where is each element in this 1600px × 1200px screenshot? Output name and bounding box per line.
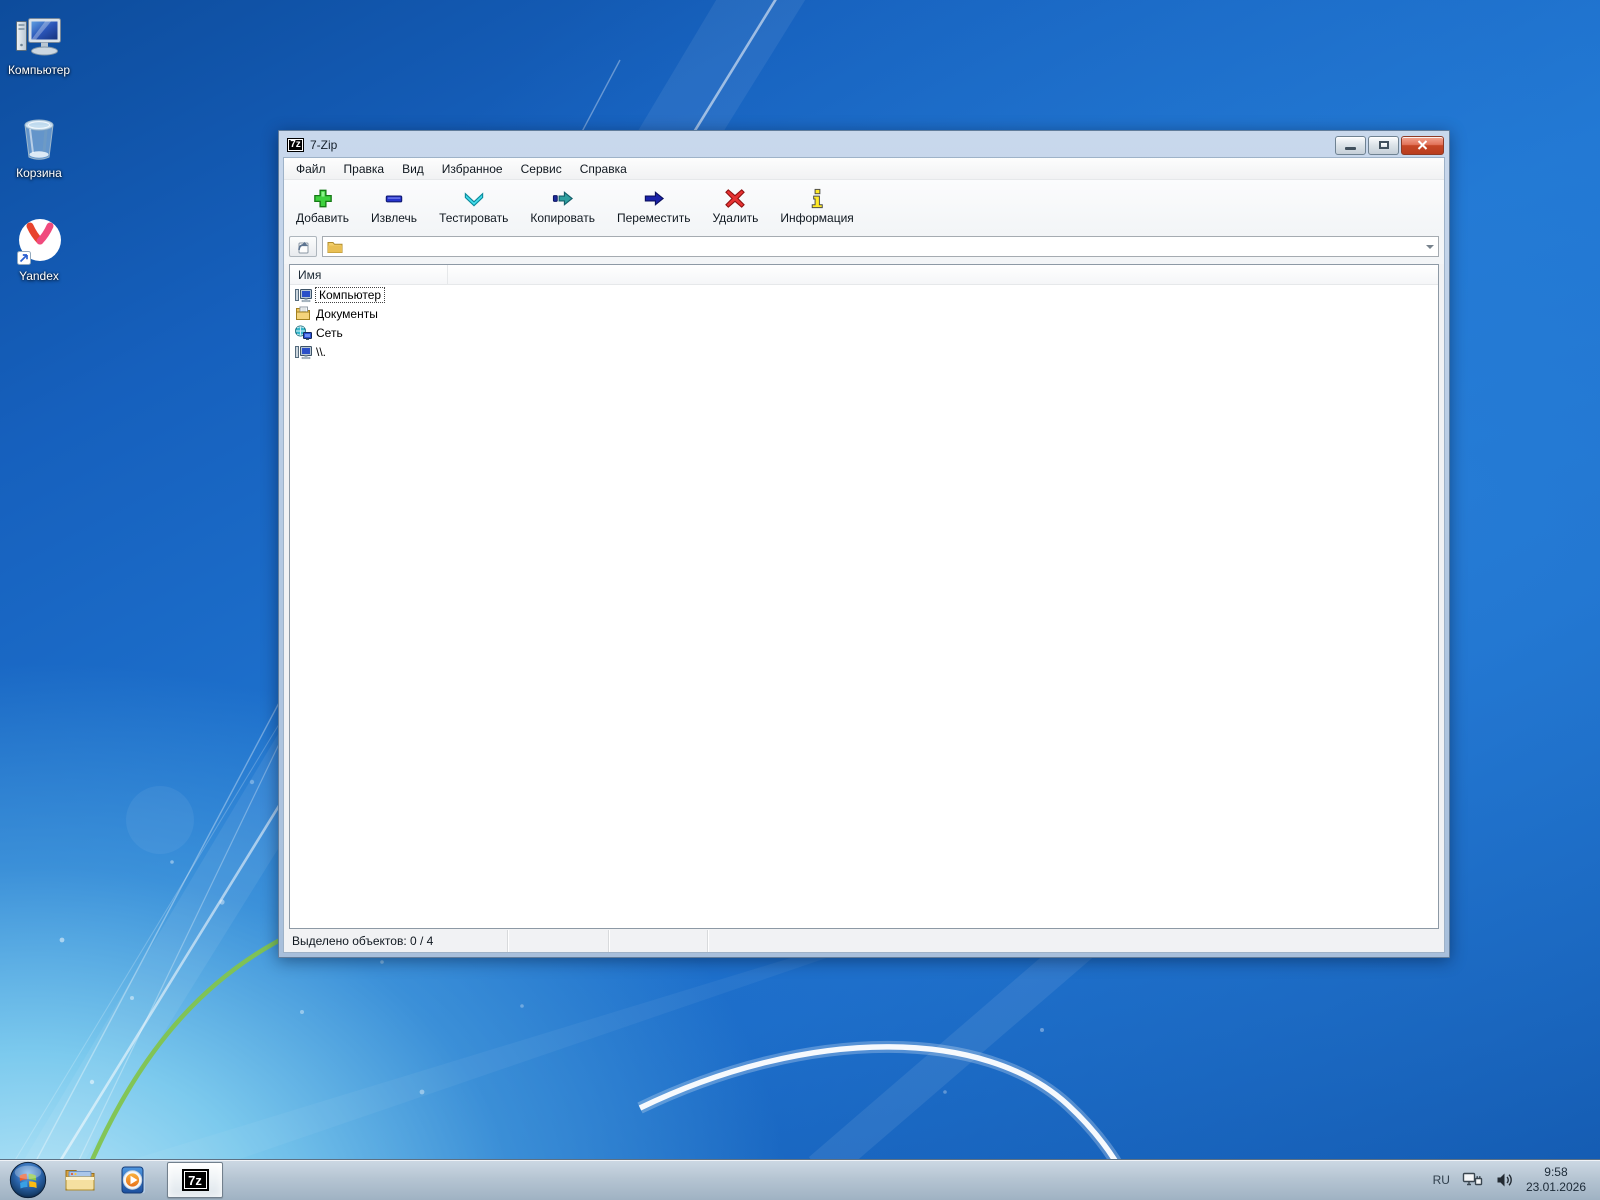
desktop-icon-label: Компьютер [7, 63, 71, 77]
extract-button[interactable]: Извлечь [360, 183, 428, 229]
desktop-icon-computer[interactable]: Компьютер [2, 8, 76, 77]
move-icon [644, 191, 664, 206]
taskbar-media-player-button[interactable] [107, 1160, 161, 1200]
status-selected-count: Выделено объектов: 0 / 4 [284, 930, 508, 952]
move-button[interactable]: Переместить [606, 183, 702, 229]
up-one-level-button[interactable] [289, 236, 317, 257]
list-item-name: \\. [316, 344, 327, 359]
computer-icon [295, 288, 312, 302]
folder-up-icon [298, 241, 309, 254]
extract-icon [385, 195, 403, 203]
system-tray: RU 9:58 23.01.2026 [1433, 1160, 1600, 1200]
shortcut-arrow-overlay [17, 251, 31, 265]
explorer-folder-icon [65, 1170, 95, 1191]
desktop-icon-label: Yandex [19, 269, 59, 283]
language-indicator[interactable]: RU [1433, 1173, 1450, 1187]
maximize-button[interactable] [1368, 135, 1399, 155]
copy-button[interactable]: Копировать [519, 183, 606, 229]
window-client-area: Файл Правка Вид Избранное Сервис Справка… [283, 157, 1445, 953]
computer-icon [295, 345, 312, 359]
toolbar-label: Информация [780, 211, 854, 225]
address-bar [284, 232, 1444, 264]
window-controls [1335, 135, 1444, 155]
minimize-button[interactable] [1335, 135, 1366, 155]
address-combobox[interactable] [322, 236, 1439, 257]
menu-favorites[interactable]: Избранное [433, 159, 512, 179]
status-cell [508, 930, 609, 952]
file-list: Компьютер Документы Сеть \\. [290, 285, 1438, 361]
desktop-icon-recycle-bin[interactable]: Корзина [2, 111, 76, 180]
list-item-network-path[interactable]: \\. [290, 342, 1438, 361]
copy-icon [552, 191, 573, 206]
toolbar-label: Переместить [616, 211, 691, 225]
menu-view[interactable]: Вид [393, 159, 433, 179]
status-cell [708, 930, 1444, 952]
start-button[interactable] [9, 1161, 47, 1199]
folder-icon [327, 241, 343, 253]
computer-icon [14, 8, 64, 60]
status-bar: Выделено объектов: 0 / 4 [284, 930, 1444, 952]
menubar: Файл Правка Вид Избранное Сервис Справка [284, 158, 1444, 180]
media-player-icon [121, 1166, 145, 1194]
menu-file[interactable]: Файл [287, 159, 335, 179]
desktop-icon-yandex[interactable]: Yandex [2, 214, 76, 283]
info-button[interactable]: Информация [769, 183, 864, 229]
close-icon [1417, 140, 1428, 150]
network-icon [295, 325, 312, 340]
7zip-taskbar-icon: 7z [181, 1169, 209, 1191]
toolbar-label: Удалить [712, 211, 759, 225]
list-item-network[interactable]: Сеть [290, 323, 1438, 342]
window-title: 7-Zip [310, 138, 338, 152]
list-item-name: Компьютер [314, 286, 386, 303]
minimize-icon [1345, 147, 1356, 150]
close-button[interactable] [1401, 135, 1444, 155]
yandex-browser-icon [15, 214, 63, 266]
list-item-name: Сеть [316, 325, 343, 340]
taskbar-7zip-button[interactable]: 7z [167, 1162, 223, 1198]
list-column-header: Имя [290, 265, 1438, 285]
column-header-spacer [448, 265, 1438, 284]
status-cell [609, 930, 708, 952]
toolbar-label: Тестировать [439, 211, 509, 225]
taskbar-explorer-button[interactable] [53, 1160, 107, 1200]
chevron-down-icon [1425, 244, 1434, 249]
file-list-panel: Имя Компьютер Документы Сеть \\. [289, 264, 1439, 929]
7zip-window: 7z 7-Zip Файл Правка Вид Избранное Серви… [278, 130, 1450, 958]
toolbar-label: Извлечь [371, 211, 418, 225]
7zip-app-icon: 7z [287, 138, 304, 152]
list-item-computer[interactable]: Компьютер [290, 285, 1438, 304]
desktop-icon-label: Корзина [16, 166, 62, 180]
windows-start-icon [9, 1161, 47, 1199]
list-item-name: Документы [316, 306, 378, 321]
menu-help[interactable]: Справка [571, 159, 636, 179]
clock-date: 23.01.2026 [1525, 1180, 1586, 1194]
clock-time: 9:58 [1544, 1165, 1568, 1179]
list-item-documents[interactable]: Документы [290, 304, 1438, 323]
toolbar-label: Копировать [530, 211, 595, 225]
menu-edit[interactable]: Правка [335, 159, 394, 179]
column-header-name[interactable]: Имя [290, 265, 448, 284]
volume-icon[interactable] [1496, 1172, 1514, 1188]
address-dropdown-button[interactable] [1421, 237, 1438, 256]
desktop-icon-list: Компьютер Корзина Yandex [2, 8, 76, 317]
taskbar: 7z RU 9:58 23.01.2026 [0, 1159, 1600, 1200]
delete-icon [725, 189, 746, 208]
delete-button[interactable]: Удалить [702, 183, 770, 229]
maximize-icon [1378, 141, 1389, 149]
titlebar[interactable]: 7z 7-Zip [279, 131, 1449, 157]
recycle-bin-icon [16, 111, 62, 163]
info-icon [811, 188, 823, 209]
add-icon [313, 189, 332, 208]
add-button[interactable]: Добавить [285, 183, 360, 229]
network-tray-icon[interactable] [1462, 1171, 1484, 1189]
documents-folder-icon [296, 306, 310, 320]
toolbar: Добавить Извлечь Тестировать Копировать … [284, 180, 1444, 232]
tray-clock[interactable]: 9:58 23.01.2026 [1526, 1165, 1586, 1195]
test-button[interactable]: Тестировать [428, 183, 519, 229]
test-icon [464, 192, 483, 207]
toolbar-label: Добавить [296, 211, 350, 225]
menu-tools[interactable]: Сервис [512, 159, 571, 179]
